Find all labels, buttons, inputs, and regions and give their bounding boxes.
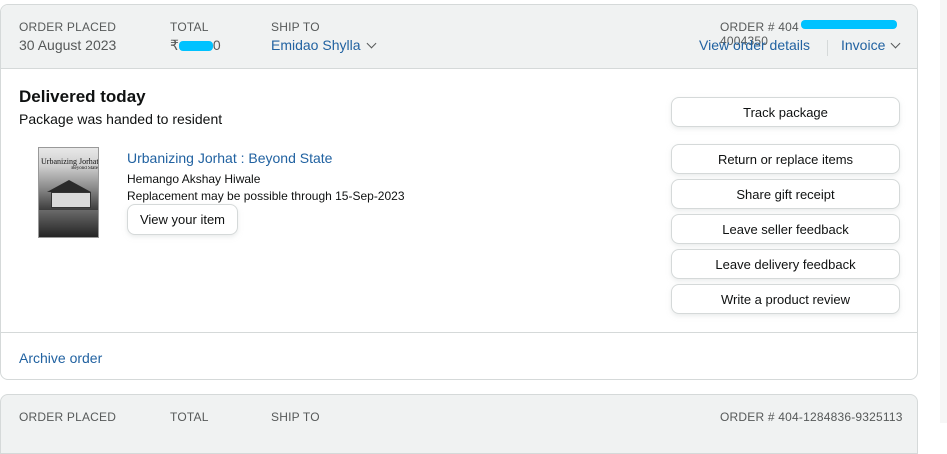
- cover-art: [51, 192, 91, 208]
- ship-to-label: SHIP TO: [271, 20, 320, 34]
- ship-to-dropdown[interactable]: Emidao Shylla: [271, 37, 376, 53]
- delivery-status-title: Delivered today: [19, 87, 146, 106]
- view-your-item-button[interactable]: View your item: [127, 204, 238, 235]
- product-image[interactable]: Urbanizing Jorhat Beyond State: [38, 147, 99, 238]
- total-value: ₹0: [170, 37, 221, 54]
- return-replace-button[interactable]: Return or replace items: [671, 144, 900, 174]
- order-card: ORDER PLACED 30 August 2023 TOTAL ₹0 SHI…: [0, 4, 918, 380]
- scrollbar-track[interactable]: [940, 0, 947, 423]
- cover-title: Urbanizing Jorhat: [41, 157, 98, 166]
- total-label: TOTAL: [170, 410, 209, 424]
- product-title-link[interactable]: Urbanizing Jorhat : Beyond State: [127, 150, 332, 166]
- cover-art: [47, 180, 91, 192]
- leave-seller-feedback-button[interactable]: Leave seller feedback: [671, 214, 900, 244]
- invoice-dropdown[interactable]: Invoice: [841, 37, 901, 53]
- total-suffix: 0: [212, 37, 221, 53]
- order-placed-label: ORDER PLACED: [19, 20, 117, 34]
- archive-order-link[interactable]: Archive order: [19, 350, 102, 366]
- invoice-label: Invoice: [841, 37, 886, 53]
- ship-to-label: SHIP TO: [271, 410, 320, 424]
- write-product-review-button[interactable]: Write a product review: [671, 284, 900, 314]
- order-number: ORDER # 404-1284836-9325113: [720, 410, 903, 424]
- chevron-down-icon: [366, 38, 376, 49]
- track-package-button[interactable]: Track package: [671, 97, 900, 127]
- redaction-mark: [800, 20, 897, 30]
- delivery-status-subtitle: Package was handed to resident: [19, 111, 223, 127]
- total-label: TOTAL: [170, 20, 209, 34]
- header-divider: [827, 40, 828, 56]
- order-number-prefix: ORDER # 404: [720, 20, 799, 34]
- redaction-mark: [178, 41, 213, 52]
- total-currency: ₹: [170, 37, 179, 53]
- cover-subtitle: Beyond State: [71, 166, 98, 171]
- order-placed-label: ORDER PLACED: [19, 410, 117, 424]
- replacement-note: Replacement may be possible through 15-S…: [127, 189, 405, 203]
- leave-delivery-feedback-button[interactable]: Leave delivery feedback: [671, 249, 900, 279]
- next-order-header: ORDER PLACED TOTAL SHIP TO ORDER # 404-1…: [0, 394, 918, 454]
- view-order-details-link[interactable]: View order details: [699, 37, 810, 53]
- card-divider: [1, 332, 917, 333]
- share-gift-receipt-button[interactable]: Share gift receipt: [671, 179, 900, 209]
- chevron-down-icon: [890, 38, 901, 49]
- product-author: Hemango Akshay Hiwale: [127, 172, 261, 186]
- order-header: ORDER PLACED 30 August 2023 TOTAL ₹0 SHI…: [1, 5, 917, 69]
- cover-art: [39, 210, 98, 237]
- ship-to-name: Emidao Shylla: [271, 37, 361, 53]
- order-placed-date: 30 August 2023: [19, 37, 117, 53]
